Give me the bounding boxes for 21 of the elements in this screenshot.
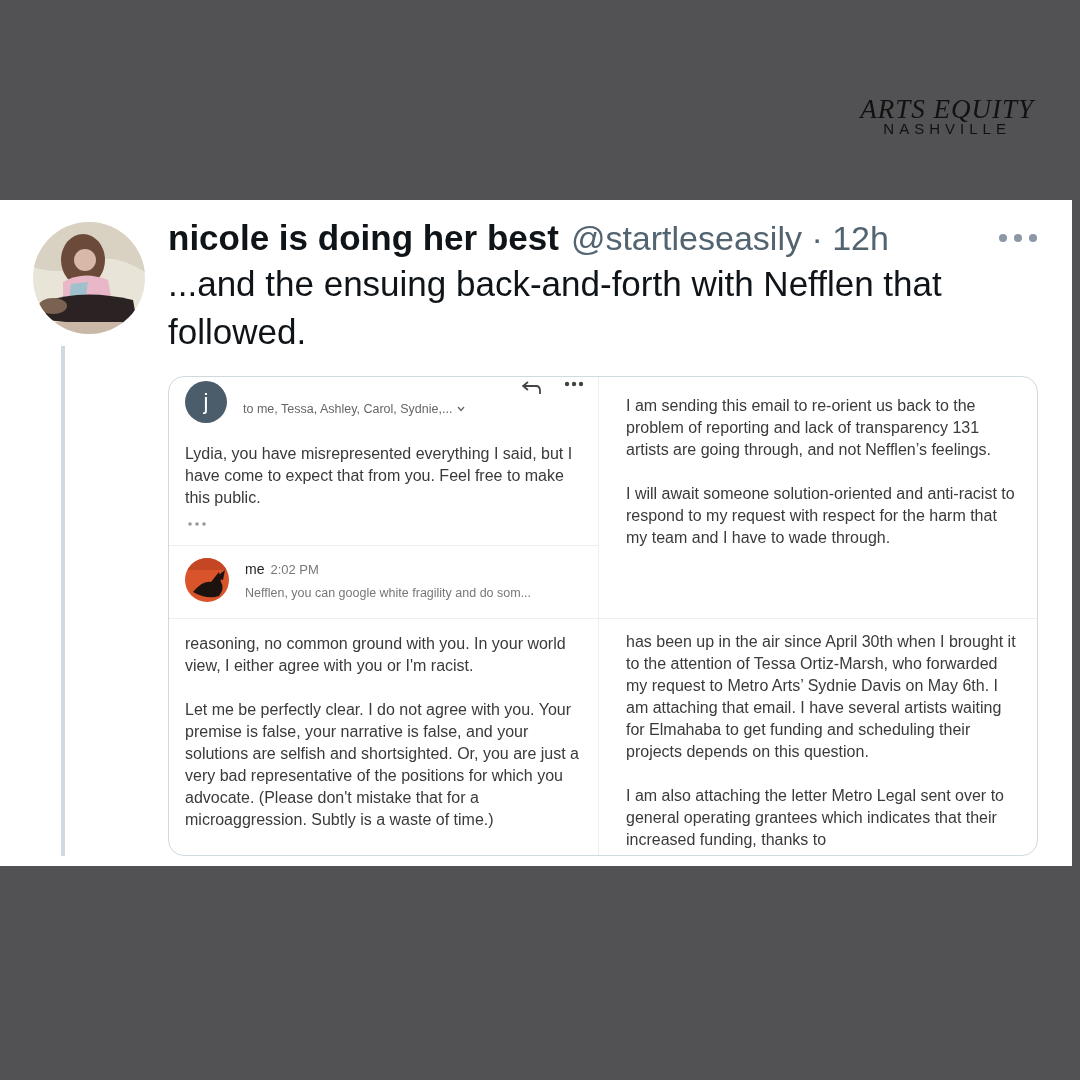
email-paragraph: reasoning, no common ground with you. In your world view, I either agree with you or I'm racist.	[185, 634, 567, 676]
message-snippet: Nefflen, you can google white fragility and do som...	[245, 586, 532, 600]
email-paragraph: I am sending this email to re-orient us back to the problem of reporting and lack of transparency 131 artists are going through, and not Nefflen’s feelings.	[626, 396, 992, 460]
email-paragraph: I will await someone solution-oriented and anti-racist to respond to my request with respect for the harm that my team and I have to wade through.	[626, 484, 1016, 548]
recipients: to me, Tessa, Ashley, Carol, Sydnie,...	[243, 402, 453, 416]
expand-icon[interactable]	[187, 521, 207, 527]
logo-title: ARTS EQUITY	[860, 96, 1034, 123]
chevron-icon[interactable]	[457, 406, 466, 412]
author-name[interactable]: nicole is doing her best	[168, 218, 559, 258]
email-paragraph: I am also attaching the letter Metro Legal sent over to general operating grantees which indicates that their increased funding, thanks to	[626, 786, 1005, 850]
email-body: Lydia, you have misrepresented everything I said, but I have come to expect that from you. Feel free to make this public.	[185, 444, 574, 508]
more-icon[interactable]	[564, 381, 584, 387]
reply-icon[interactable]	[522, 381, 542, 395]
sender-name: me	[245, 561, 265, 577]
sender-avatar: j	[185, 381, 227, 423]
logo-subtitle: NASHVILLE	[883, 121, 1011, 136]
handle-and-time: @startleseasily · 12h	[570, 218, 889, 258]
post-text: ...and the ensuing back-and-forth with Nefflen that followed.	[168, 263, 943, 353]
email-paragraph: has been up in the air since April 30th when I brought it to the attention of Tessa Ortiz-Marsh, who forwarded my request to Metro Arts’ Sydnie Davis on May 6th. I am attaching that email. I have several artists waiting for Elmahaba to get funding and scheduling their projects depends on this question.	[626, 632, 1017, 762]
message-time: 2:02 PM	[270, 562, 319, 577]
email-paragraph: Let me be perfectly clear. I do not agree with you. Your premise is false, your narrative is false, and your solutions are selfish and shortsighted. Or, you are just a very bad representative of the positions for which you advocate. (Please don't mistake that for a microaggression. Subtly is a waste of time.)	[185, 700, 580, 830]
